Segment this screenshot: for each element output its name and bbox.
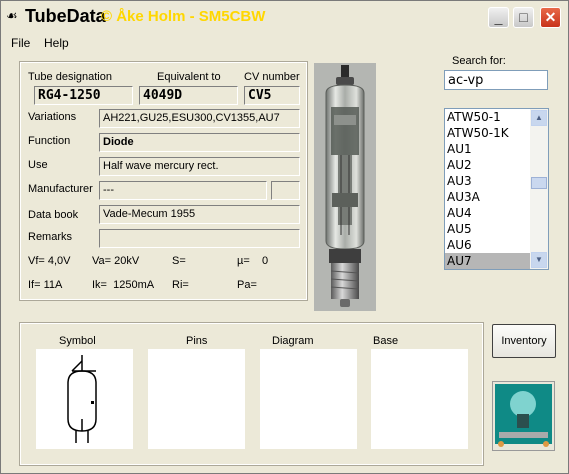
window-title: TubeData bbox=[25, 6, 106, 26]
menu-help[interactable]: Help bbox=[44, 36, 69, 50]
minimize-button[interactable]: _ bbox=[488, 7, 509, 28]
list-item[interactable]: ATW50-1 bbox=[445, 109, 530, 125]
function-field[interactable]: Diode bbox=[99, 133, 300, 152]
list-item[interactable]: AU2 bbox=[445, 157, 530, 173]
use-field[interactable]: Half wave mercury rect. bbox=[99, 157, 300, 176]
equivalent-label: Equivalent to bbox=[157, 71, 221, 83]
variations-label: Variations bbox=[28, 111, 77, 123]
manufacturer-extra-field[interactable] bbox=[271, 181, 300, 200]
use-label: Use bbox=[28, 159, 48, 171]
symbol-panel bbox=[36, 349, 133, 449]
list-item[interactable]: AU3 bbox=[445, 173, 530, 189]
list-item[interactable]: AU1 bbox=[445, 141, 530, 157]
main-window: ☙ TubeData © Åke Holm - SM5CBW _ □ ✕ Fil… bbox=[0, 0, 569, 474]
pa-value: Pa= bbox=[237, 279, 257, 291]
scroll-down-icon[interactable]: ▼ bbox=[531, 252, 547, 268]
list-item[interactable]: AU3A bbox=[445, 189, 530, 205]
ik-value: Ik= 1250mA bbox=[92, 279, 155, 291]
tube-icon: ☙ bbox=[6, 8, 18, 23]
inventory-button[interactable]: Inventory bbox=[492, 324, 556, 358]
search-label: Search for: bbox=[452, 55, 506, 67]
close-button[interactable]: ✕ bbox=[540, 7, 561, 28]
tube-photo bbox=[314, 63, 376, 311]
diagram-panel bbox=[260, 349, 357, 449]
remarks-field[interactable] bbox=[99, 229, 300, 248]
list-item[interactable]: ATW50-1K bbox=[445, 125, 530, 141]
data-book-field[interactable]: Vade-Mecum 1955 bbox=[99, 205, 300, 224]
base-panel bbox=[371, 349, 468, 449]
variations-field[interactable]: AH221,GU25,ESU300,CV1355,AU7 bbox=[99, 109, 300, 128]
mu-value: µ= 0 bbox=[237, 255, 269, 267]
cv-number-field[interactable]: CV5 bbox=[244, 86, 300, 105]
list-item[interactable]: AU5 bbox=[445, 221, 530, 237]
manufacturer-field[interactable]: --- bbox=[99, 181, 267, 200]
vf-value: Vf= 4,0V bbox=[28, 255, 71, 267]
list-item[interactable]: AU4 bbox=[445, 205, 530, 221]
cv-number-label: CV number bbox=[244, 71, 300, 83]
list-item[interactable]: AU6 bbox=[445, 237, 530, 253]
diode-symbol-icon bbox=[67, 355, 97, 443]
data-book-label: Data book bbox=[28, 209, 79, 221]
pins-panel bbox=[148, 349, 245, 449]
pins-label: Pins bbox=[186, 335, 208, 347]
menu-bar: File Help bbox=[1, 34, 568, 52]
if-value: If= 11A bbox=[28, 279, 63, 291]
designation-label: Tube designation bbox=[28, 71, 112, 83]
scroll-up-icon[interactable]: ▲ bbox=[531, 110, 547, 126]
maximize-button[interactable]: □ bbox=[513, 7, 534, 28]
va-value: Va= 20kV bbox=[92, 255, 140, 267]
ri-value: Ri= bbox=[172, 279, 189, 291]
remarks-label: Remarks bbox=[28, 231, 73, 243]
symbol-label: Symbol bbox=[59, 335, 96, 347]
menu-file[interactable]: File bbox=[11, 36, 30, 50]
equivalent-field[interactable]: 4049D bbox=[139, 86, 238, 105]
search-input[interactable] bbox=[444, 70, 548, 90]
copyright-text: © Åke Holm - SM5CBW bbox=[101, 8, 266, 25]
diagram-label: Diagram bbox=[272, 335, 314, 347]
s-value: S= bbox=[172, 255, 186, 267]
tube-listbox[interactable]: ATW50-1 ATW50-1K AU1 AU2 AU3 AU3A AU4 AU… bbox=[444, 108, 549, 270]
title-bar[interactable]: ☙ TubeData © Åke Holm - SM5CBW _ □ ✕ bbox=[1, 1, 568, 33]
scroll-thumb[interactable] bbox=[531, 177, 547, 189]
function-label: Function bbox=[28, 135, 71, 147]
list-item-selected[interactable]: AU7 bbox=[445, 253, 530, 269]
list-scrollbar[interactable]: ▲ ▼ bbox=[530, 109, 548, 269]
base-label: Base bbox=[373, 335, 399, 347]
tube-logo-icon bbox=[492, 381, 555, 451]
manufacturer-label: Manufacturer bbox=[28, 183, 93, 195]
designation-field[interactable]: RG4-1250 bbox=[34, 86, 133, 105]
